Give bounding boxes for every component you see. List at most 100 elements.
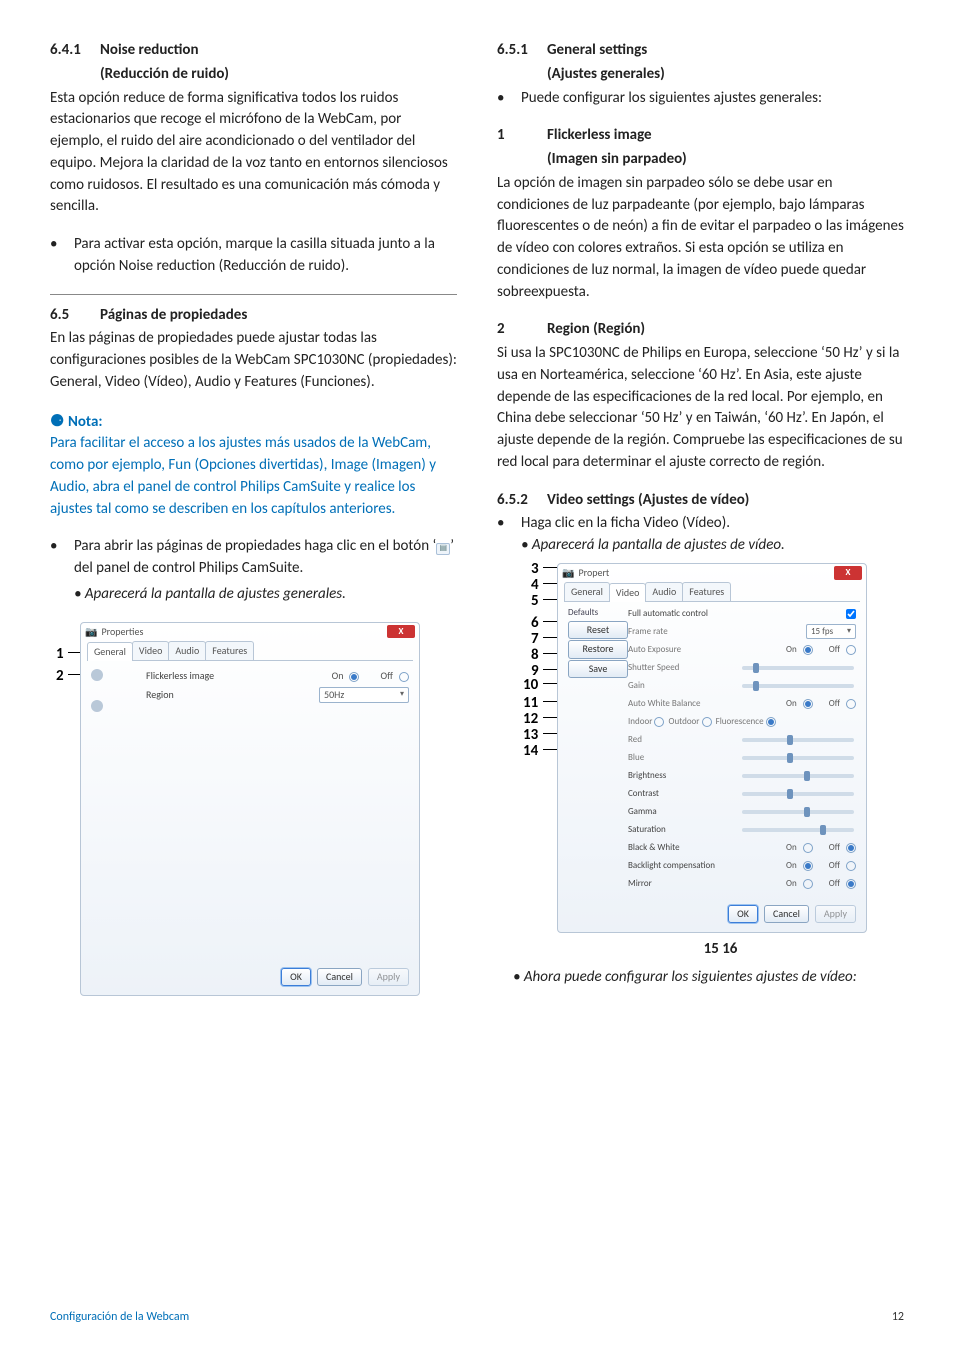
paragraph-region: Si usa la SPC1030NC de Philips en Europa… <box>497 343 904 474</box>
bullet-list: • Haga clic en la ficha Video (Vídeo). •… <box>497 513 904 557</box>
heading-num: 6.4.1 <box>50 40 100 62</box>
blue-label: Blue <box>628 751 740 764</box>
red-slider[interactable] <box>742 738 854 742</box>
heading-num: 6.5 <box>50 305 100 327</box>
region-label: Region <box>146 688 319 703</box>
cancel-button[interactable]: Cancel <box>317 968 362 987</box>
framerate-dropdown[interactable]: 15 fps▾ <box>806 624 856 639</box>
result-line: • Aparecerá la pantalla de ajustes de ví… <box>521 535 904 557</box>
dialog-titlebar: 📷Properties X <box>81 623 419 642</box>
markers-15-16: 15 16 <box>497 939 904 961</box>
awb-off-radio[interactable] <box>846 699 856 709</box>
heading-651: 6.5.1 General settings <box>497 40 904 62</box>
marker-5: 5 <box>531 591 539 613</box>
marker-2: 2 <box>56 666 64 688</box>
outdoor-radio[interactable] <box>702 717 712 727</box>
reset-button[interactable]: Reset <box>568 621 628 640</box>
close-icon[interactable]: X <box>387 625 415 638</box>
fac-checkbox[interactable] <box>846 609 856 619</box>
properties-dialog: 📷Properties X General Video Audio Featur… <box>80 622 420 997</box>
flicker-icon <box>91 669 103 681</box>
saturation-label: Saturation <box>628 823 740 836</box>
heading-641-sub: (Reducción de ruido) <box>50 64 457 86</box>
heading-text: Páginas de propiedades <box>100 305 457 327</box>
bullet-651: Puede configurar los siguientes ajustes … <box>521 88 904 110</box>
bw-off-radio[interactable] <box>846 843 856 853</box>
ae-on-radio[interactable] <box>803 645 813 655</box>
save-button[interactable]: Save <box>568 660 628 679</box>
result-line: • Aparecerá la pantalla de ajustes gener… <box>74 584 457 606</box>
paragraph-flickerless: La opción de imagen sin parpadeo sólo se… <box>497 173 904 304</box>
heading-text: Region (Región) <box>547 319 904 341</box>
indoor-radio[interactable] <box>654 717 664 727</box>
flickerless-off-radio[interactable] <box>399 672 409 682</box>
heading-text: Video settings (Ajustes de vídeo) <box>547 490 904 512</box>
paragraph-65: En las páginas de propiedades puede ajus… <box>50 328 457 393</box>
page-number: 12 <box>892 1309 904 1326</box>
contrast-label: Contrast <box>628 787 740 800</box>
bw-on-radio[interactable] <box>803 843 813 853</box>
divider <box>50 294 457 295</box>
bc-off-radio[interactable] <box>846 861 856 871</box>
tab-general[interactable]: General <box>87 642 133 661</box>
tab-general[interactable]: General <box>564 582 610 601</box>
dialog-title: Properties <box>101 625 143 640</box>
heading-65: 6.5 Páginas de propiedades <box>50 305 457 327</box>
fluor-radio[interactable] <box>766 717 776 727</box>
tabs: General Video Audio Features <box>87 641 413 661</box>
heading-text: Noise reduction <box>100 40 457 62</box>
properties-dialog-video: 📷Propert X General Video Audio Features … <box>557 563 867 934</box>
apply-button[interactable]: Apply <box>368 968 409 987</box>
heading-flickerless: 1 Flickerless image <box>497 125 904 147</box>
mirror-on-radio[interactable] <box>803 879 813 889</box>
webcam-icon: 📷 <box>562 566 574 581</box>
cancel-button[interactable]: Cancel <box>764 905 809 924</box>
ae-off-radio[interactable] <box>846 645 856 655</box>
shutter-slider[interactable] <box>742 666 854 670</box>
apply-button[interactable]: Apply <box>815 905 856 924</box>
contrast-slider[interactable] <box>742 792 854 796</box>
page-footer: Configuración de la Webcam 12 <box>50 1309 904 1326</box>
marker-1: 1 <box>56 644 64 666</box>
red-label: Red <box>628 733 740 746</box>
ok-button[interactable]: OK <box>728 905 758 924</box>
fac-label: Full automatic control <box>628 607 846 620</box>
restore-button[interactable]: Restore <box>568 640 628 659</box>
tab-features[interactable]: Features <box>205 641 254 660</box>
awb-on-radio[interactable] <box>803 699 813 709</box>
gamma-slider[interactable] <box>742 810 854 814</box>
close-icon[interactable]: X <box>834 566 862 579</box>
flickerless-label: Flickerless image <box>146 669 332 684</box>
bullet-652: Haga clic en la ficha Video (Vídeo). <box>521 514 730 532</box>
note-title: Nota: <box>68 413 103 431</box>
after-note: • Ahora puede configurar los siguientes … <box>497 967 904 989</box>
bw-label: Black & White <box>628 841 786 854</box>
tab-video[interactable]: Video <box>609 583 646 602</box>
saturation-slider[interactable] <box>742 828 854 832</box>
region-icon <box>91 700 103 712</box>
region-dropdown[interactable]: 50Hz▾ <box>319 687 409 704</box>
marker-14: 14 <box>523 741 538 763</box>
tab-features[interactable]: Features <box>682 582 731 601</box>
footer-text: Configuración de la Webcam <box>50 1309 189 1326</box>
ok-button[interactable]: OK <box>281 968 311 987</box>
framerate-label: Frame rate <box>628 625 806 638</box>
bullet-list: • Para abrir las páginas de propiedades … <box>50 536 457 605</box>
gain-slider[interactable] <box>742 684 854 688</box>
defaults-label: Defaults <box>568 606 628 619</box>
tab-audio[interactable]: Audio <box>645 582 683 601</box>
brightness-label: Brightness <box>628 769 740 782</box>
heading-num: 1 <box>497 125 547 147</box>
dialog-titlebar: 📷Propert X <box>558 564 866 583</box>
tab-video[interactable]: Video <box>132 641 169 660</box>
bc-on-radio[interactable] <box>803 861 813 871</box>
flickerless-on-radio[interactable] <box>349 672 359 682</box>
brightness-slider[interactable] <box>742 774 854 778</box>
tab-audio[interactable]: Audio <box>168 641 206 660</box>
blue-slider[interactable] <box>742 756 854 760</box>
mirror-off-radio[interactable] <box>846 879 856 889</box>
dialog-body: Defaults Reset Restore Save Full automat… <box>558 602 866 898</box>
heading-text: Flickerless image <box>547 125 904 147</box>
awb-label: Auto White Balance <box>628 697 786 710</box>
note-icon: ⚈ <box>50 412 68 431</box>
